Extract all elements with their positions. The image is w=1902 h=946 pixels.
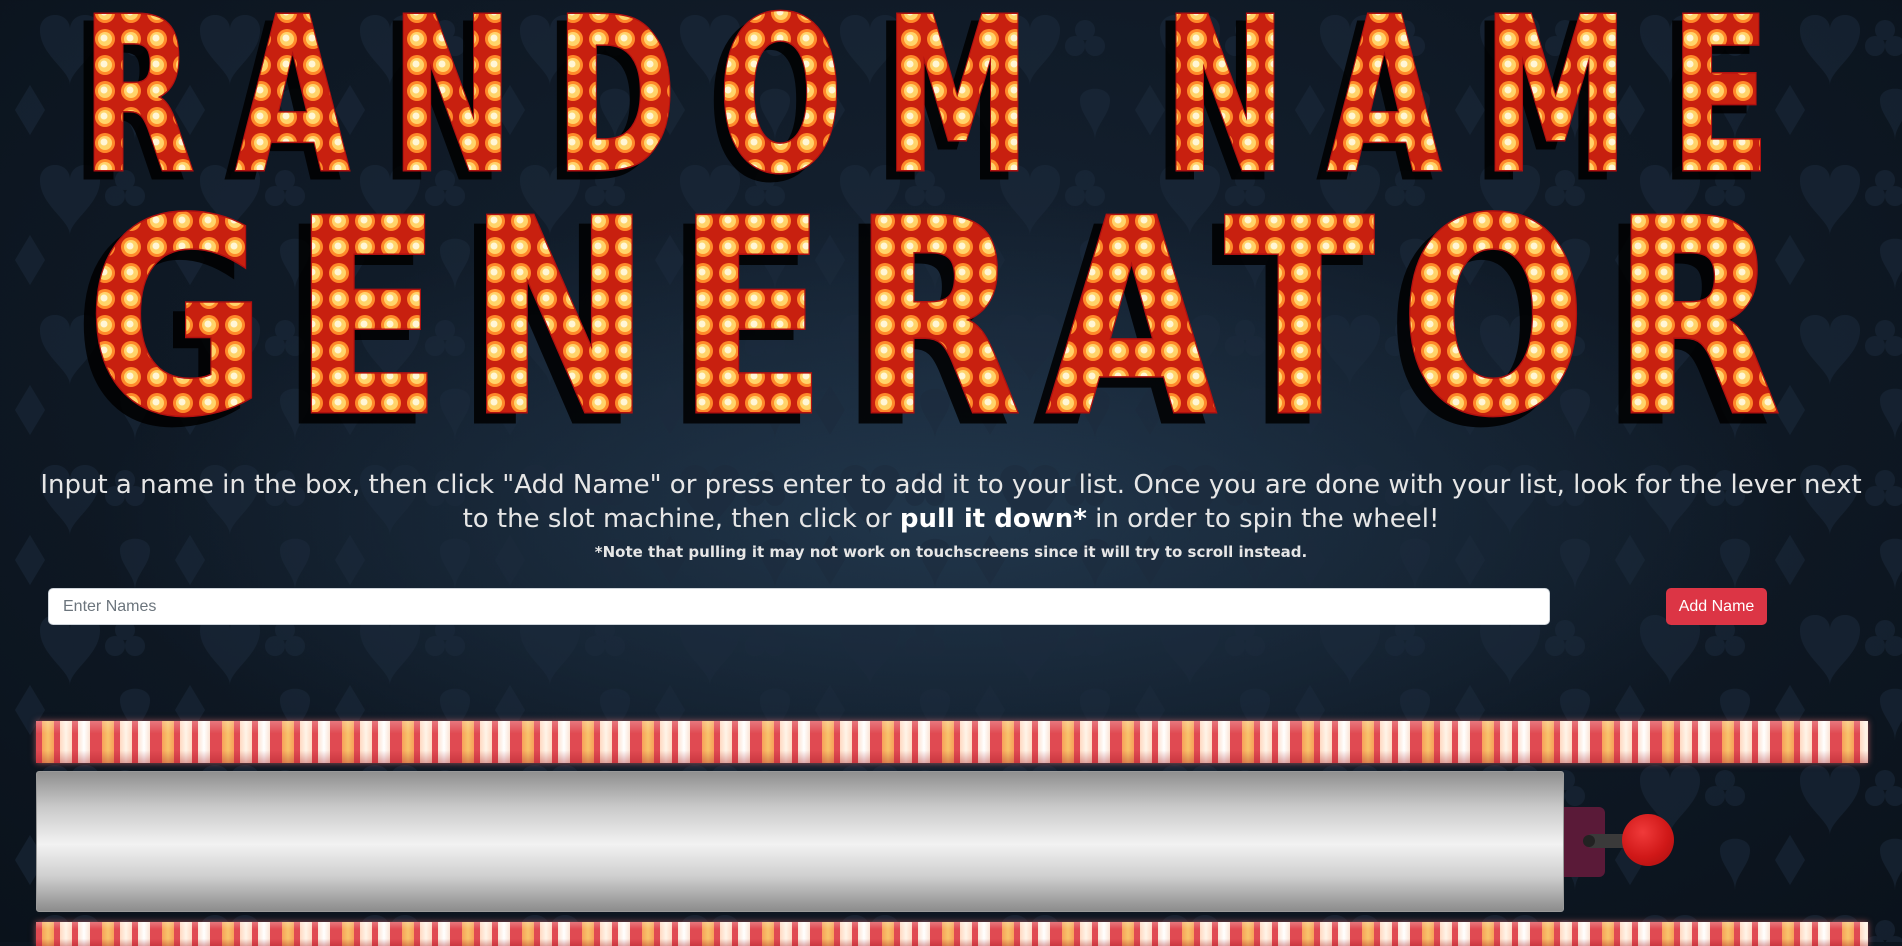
lever-knob[interactable] (1622, 814, 1674, 866)
instructions-part2: in order to spin the wheel! (1086, 504, 1440, 534)
instructions-text: Input a name in the box, then click "Add… (30, 468, 1872, 536)
touchscreen-note: *Note that pulling it may not work on to… (594, 543, 1308, 561)
marquee-lights-top (36, 721, 1868, 763)
add-name-button[interactable]: Add Name (1666, 588, 1767, 625)
instructions-bold: pull it down* (899, 504, 1087, 534)
name-input[interactable] (48, 588, 1550, 625)
lever-pivot-icon (1583, 835, 1595, 847)
title-line2: GENERATOR (86, 161, 1806, 450)
slot-reel (36, 771, 1564, 912)
marquee-lights-bottom (36, 922, 1868, 946)
title-banner: RANDOM NAME RANDOM NAME GENERATOR GENERA… (40, 0, 1862, 450)
